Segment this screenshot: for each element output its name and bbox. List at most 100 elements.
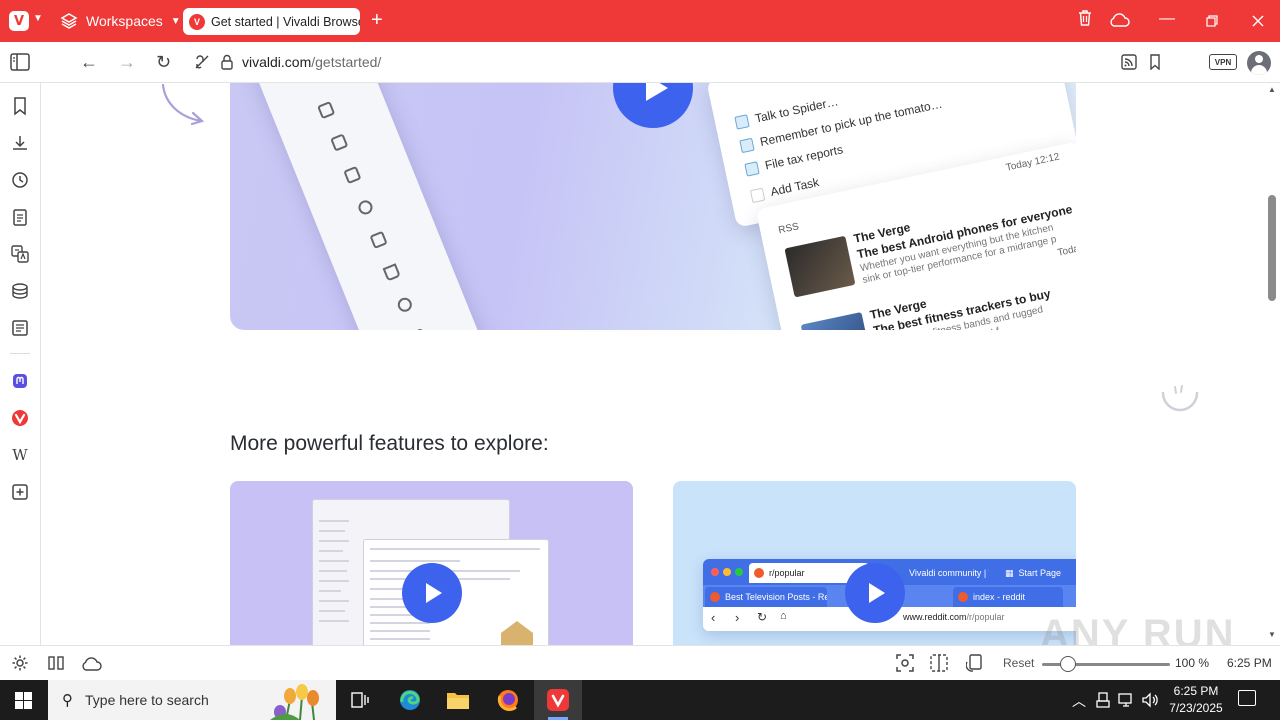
- feature-card-tabs[interactable]: r/popular Vivaldi community | Tech f… ▦S…: [673, 481, 1076, 645]
- add-panel-icon[interactable]: [10, 482, 30, 502]
- chevron-down-icon[interactable]: ▼: [33, 13, 43, 24]
- new-tab-button[interactable]: +: [371, 10, 383, 30]
- page-actions-icon[interactable]: [930, 654, 948, 672]
- reload-icon: ↻: [757, 610, 768, 624]
- settings-gear-icon[interactable]: [11, 654, 29, 672]
- url-host: vivaldi.com: [242, 54, 312, 70]
- workspaces-label: Workspaces: [86, 13, 163, 29]
- play-video-button[interactable]: [845, 563, 905, 623]
- play-video-button[interactable]: [613, 83, 693, 128]
- illustration-tab: Vivaldi community | Tech f…: [909, 568, 989, 578]
- scrollbar[interactable]: [1266, 83, 1280, 645]
- usb-device-icon[interactable]: [1096, 692, 1110, 708]
- status-bar: Reset 100 % 6:25 PM: [0, 645, 1280, 680]
- chevron-down-icon: ▼: [170, 15, 181, 27]
- file-explorer-icon[interactable]: [434, 680, 482, 720]
- illustration-url: www.reddit.com/r/popular: [903, 612, 1005, 622]
- tab-title: Get started | Vivaldi Browser: [211, 14, 360, 29]
- notes-icon: [408, 328, 428, 330]
- feature-video-panels[interactable]: Talk to Spider… Remember to pick up the …: [230, 83, 1076, 330]
- window-panel-icon[interactable]: [10, 318, 30, 338]
- scrollbar-thumb[interactable]: [1268, 195, 1276, 301]
- workspaces-button[interactable]: Workspaces ▼: [60, 11, 181, 31]
- volume-icon[interactable]: [1142, 692, 1160, 708]
- network-icon[interactable]: [1118, 692, 1136, 708]
- feature-card-themes[interactable]: [230, 481, 633, 645]
- wikipedia-icon[interactable]: W: [10, 445, 30, 465]
- history-icon: [395, 295, 414, 314]
- history-icon[interactable]: [10, 170, 30, 190]
- panel-toggle-icon[interactable]: [10, 53, 30, 71]
- zoom-value: 100 %: [1175, 656, 1210, 670]
- zoom-reset-button[interactable]: Reset: [1003, 656, 1034, 670]
- search-icon: ⚲: [62, 692, 73, 709]
- illustration-tab: ▦ Start Page: [1005, 567, 1062, 579]
- site-info-icon[interactable]: [194, 54, 210, 70]
- tile-tabs-icon[interactable]: [48, 656, 64, 670]
- clock-date: 7/23/2025: [1169, 701, 1223, 715]
- reading-list-icon[interactable]: [10, 281, 30, 301]
- vivaldi-favicon-icon: V: [189, 13, 205, 30]
- zoom-slider-handle[interactable]: [1060, 656, 1076, 672]
- forward-icon: ›: [735, 610, 740, 625]
- task-view-icon[interactable]: [336, 680, 384, 720]
- vivaldi-menu-icon[interactable]: V: [9, 11, 29, 31]
- lock-icon: [221, 54, 233, 70]
- url-field[interactable]: vivaldi.com/getstarted/: [242, 54, 381, 70]
- windows-taskbar: ⚲ Type here to search ︿ 6:25 PM 7/23/202…: [0, 680, 1280, 720]
- vivaldi-taskbar-icon[interactable]: [534, 680, 582, 720]
- trash-icon[interactable]: [1077, 9, 1093, 27]
- profile-avatar[interactable]: [1247, 51, 1271, 75]
- image-toggle-icon[interactable]: [966, 654, 984, 672]
- notes-icon[interactable]: [10, 207, 30, 227]
- article-thumbnail: [784, 235, 856, 298]
- tab-get-started[interactable]: V Get started | Vivaldi Browser: [183, 8, 360, 35]
- minimize-icon[interactable]: —: [1159, 10, 1175, 28]
- article-thumbnail: [800, 311, 872, 330]
- rss-feed-icon[interactable]: [1121, 54, 1137, 70]
- mail-icon: [317, 100, 336, 120]
- maximize-icon[interactable]: [1206, 15, 1218, 27]
- rss-time: Today 12:12: [1004, 151, 1061, 174]
- loading-spinner-icon: [1161, 385, 1199, 412]
- back-icon[interactable]: ←: [80, 52, 98, 72]
- contacts-icon: [343, 165, 362, 185]
- edge-icon[interactable]: [386, 680, 434, 720]
- bookmarks-icon[interactable]: [10, 96, 30, 116]
- close-icon[interactable]: [1252, 15, 1264, 27]
- vivaldi-icon[interactable]: [10, 408, 30, 428]
- firefox-icon[interactable]: [484, 680, 532, 720]
- illustration-tab: index - reddit: [953, 587, 1063, 607]
- vpn-button[interactable]: VPN: [1209, 54, 1237, 70]
- capture-page-icon[interactable]: [896, 654, 914, 672]
- clock-time: 6:25 PM: [1173, 684, 1219, 698]
- taskbar-clock[interactable]: 6:25 PM 7/23/2025: [1163, 683, 1229, 717]
- play-video-button[interactable]: [402, 563, 462, 623]
- address-bar: ← → ↻ vivaldi.com/getstarted/ VPN: [0, 42, 1280, 83]
- reload-icon[interactable]: ↻: [156, 52, 171, 72]
- calendar-icon: [330, 133, 349, 152]
- sync-cloud-icon[interactable]: [1108, 12, 1130, 28]
- title-bar: V ▼ Workspaces ▼ V Get started | Vivaldi…: [0, 0, 1280, 42]
- cloud-sync-icon[interactable]: [80, 656, 102, 672]
- downloads-icon[interactable]: [10, 133, 30, 153]
- bookmark-icon[interactable]: [1149, 54, 1161, 70]
- mastodon-icon[interactable]: [10, 371, 30, 391]
- scroll-up-icon[interactable]: ▲: [1268, 85, 1276, 94]
- tray-chevron-up-icon[interactable]: ︿: [1072, 691, 1086, 711]
- status-clock: 6:25 PM: [1227, 656, 1272, 670]
- notification-icon[interactable]: [1238, 690, 1256, 706]
- bookmark-icon: [369, 230, 388, 249]
- decorative-arrow-icon: [161, 83, 205, 126]
- windows-start-icon[interactable]: [15, 692, 32, 709]
- illustration-tab: Best Television Posts - Re…: [705, 587, 827, 607]
- feed-icon: [356, 198, 375, 217]
- side-panel: W: [0, 83, 41, 645]
- scroll-down-icon[interactable]: ▼: [1268, 630, 1276, 639]
- download-icon: [382, 263, 401, 282]
- translate-icon[interactable]: [10, 244, 30, 264]
- taskbar-search[interactable]: ⚲ Type here to search: [48, 680, 336, 720]
- flowers-decoration-icon: [270, 684, 319, 720]
- home-icon: ⌂: [780, 610, 787, 622]
- forward-icon[interactable]: →: [118, 52, 136, 72]
